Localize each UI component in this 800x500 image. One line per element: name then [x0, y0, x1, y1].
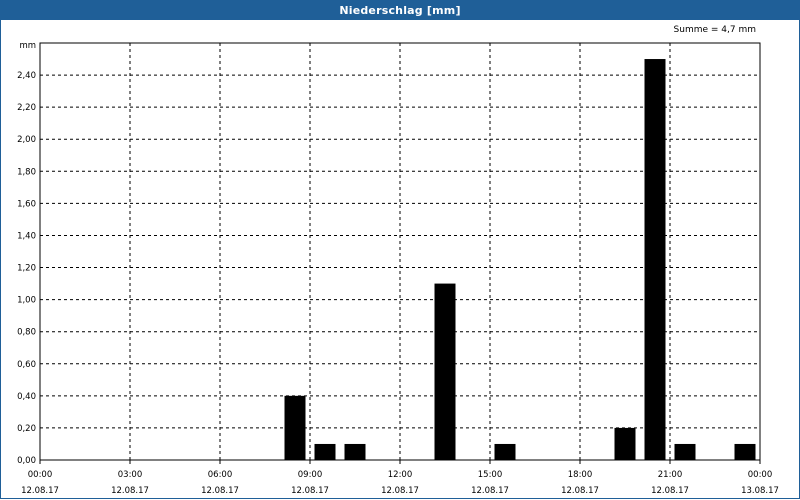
y-tick-label: 0,40 — [17, 392, 36, 402]
bar — [674, 443, 696, 460]
x-tick-date: 12.08.17 — [651, 486, 689, 496]
x-tick-time: 15:00 — [478, 470, 503, 480]
bar-series — [284, 59, 756, 461]
x-tick-time: 09:00 — [298, 470, 323, 480]
bar — [344, 443, 366, 460]
y-axis-label: mm — [19, 41, 36, 51]
x-tick-time: 21:00 — [658, 470, 683, 480]
bar — [614, 427, 636, 460]
y-tick-label: 0,60 — [17, 360, 36, 370]
y-tick-label: 1,00 — [17, 296, 36, 306]
y-tick-label: 2,20 — [17, 103, 36, 113]
y-tick-label: 0,80 — [17, 328, 36, 338]
x-tick-date: 12.08.17 — [201, 486, 239, 496]
x-tick-time: 12:00 — [388, 470, 413, 480]
bar — [434, 283, 456, 460]
x-tick-date: 12.08.17 — [561, 486, 599, 496]
precipitation-chart: 0,00 0,20 0,40 0,60 0,80 1,00 1,20 1,40 1,60 1,80… — [17, 41, 779, 496]
y-tick-label: 2,00 — [17, 135, 36, 145]
y-tick-label: 1,60 — [17, 199, 36, 209]
x-tick-date: 12.08.17 — [381, 486, 419, 496]
x-axis-ticks: 00:00 12.08.17 03:00 12.08.17 06:00 12.08.17 0… — [21, 460, 779, 496]
bar — [284, 395, 306, 460]
y-tick-label: 0,20 — [17, 424, 36, 434]
x-tick-date: 12.08.17 — [471, 486, 509, 496]
x-tick-time: 00:00 — [748, 470, 773, 480]
y-tick-label: 2,40 — [17, 71, 36, 81]
y-axis-ticks: 0,00 0,20 0,40 0,60 0,80 1,00 1,20 1,40 1,60 1,80… — [17, 71, 36, 466]
bar — [644, 59, 666, 461]
y-tick-label: 1,80 — [17, 167, 36, 177]
x-tick-time: 06:00 — [208, 470, 233, 480]
x-tick-time: 00:00 — [28, 470, 53, 480]
x-tick-date: 12.08.17 — [111, 486, 149, 496]
bar — [314, 443, 336, 460]
x-tick-time: 03:00 — [118, 470, 143, 480]
bar — [734, 443, 756, 460]
x-tick-date: 12.08.17 — [21, 486, 59, 496]
y-tick-label: 1,40 — [17, 231, 36, 241]
y-tick-label: 0,00 — [17, 456, 36, 466]
bar — [494, 443, 516, 460]
x-tick-date: 12.08.17 — [291, 486, 329, 496]
x-tick-time: 18:00 — [568, 470, 593, 480]
x-tick-date: 13.08.17 — [741, 486, 779, 496]
y-tick-label: 1,20 — [17, 264, 36, 274]
